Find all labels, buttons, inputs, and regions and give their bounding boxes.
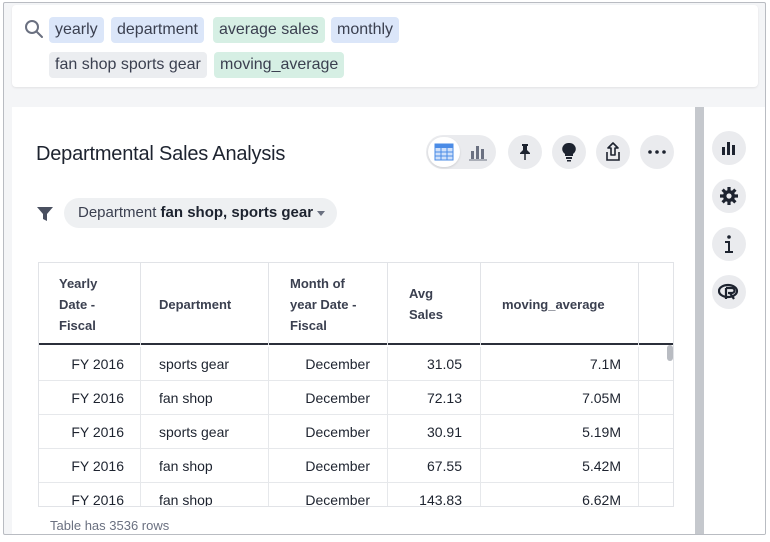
filter-value: fan shop, sports gear [160,204,314,221]
share-icon [606,142,620,161]
table-scrollbar[interactable] [667,345,673,361]
table-row[interactable]: FY 2016 sports gear December 31.05 7.1M [39,347,673,381]
table-icon [434,143,454,161]
cell-yearly-date: FY 2016 [39,415,141,449]
search-token-average-sales[interactable]: average sales [213,17,325,43]
r-icon [718,283,739,300]
search-token-department[interactable]: department [111,17,204,43]
info-icon [725,235,733,253]
filter-label: Department [78,204,157,221]
cell-month: December [269,449,388,483]
column-header-department[interactable]: Department [141,263,269,345]
search-bar[interactable]: yearly department average sales monthly … [12,5,758,87]
insights-button[interactable] [552,135,586,169]
more-button[interactable] [640,135,674,169]
table-row[interactable]: FY 2016 sports gear December 30.91 5.19M [39,415,673,449]
table-row[interactable]: FY 2016 fan shop December 72.13 7.05M [39,381,673,415]
cell-yearly-date: FY 2016 [39,483,141,506]
cell-avg-sales: 143.83 [388,483,481,506]
table-header: Yearly Date - Fiscal Department Month of… [39,263,673,345]
data-table: Yearly Date - Fiscal Department Month of… [38,262,674,507]
bar-chart-icon [469,146,487,161]
row-count-text: Table has 3536 rows [50,518,170,533]
lightbulb-icon [562,142,576,162]
answer-card: Departmental Sales Analysis Department f… [12,107,695,534]
chart-config-button[interactable] [712,131,746,165]
more-icon [648,150,666,154]
cell-department: sports gear [141,415,269,449]
cell-month: December [269,483,388,506]
table-row[interactable]: FY 2016 fan shop December 67.55 5.42M [39,449,673,483]
cell-month: December [269,381,388,415]
cell-avg-sales: 30.91 [388,415,481,449]
chart-view-button[interactable] [462,137,494,167]
cell-department: fan shop [141,483,269,506]
r-script-button[interactable] [712,275,746,309]
page-title: Departmental Sales Analysis [36,143,286,165]
page-scrollbar[interactable] [695,107,704,534]
info-button[interactable] [712,227,746,261]
cell-department: sports gear [141,347,269,381]
table-view-button[interactable] [428,137,460,167]
column-header-month-of-year[interactable]: Month of year Date - Fiscal [269,263,388,345]
column-header-yearly-date-fiscal[interactable]: Yearly Date - Fiscal [39,263,141,345]
cell-avg-sales: 31.05 [388,347,481,381]
cell-avg-sales: 67.55 [388,449,481,483]
table-row[interactable]: FY 2016 fan shop December 143.83 6.62M [39,483,673,506]
cell-moving-average: 5.42M [481,449,639,483]
search-token-yearly[interactable]: yearly [49,17,104,43]
search-icon[interactable] [24,19,44,39]
cell-department: fan shop [141,381,269,415]
settings-button[interactable] [712,179,746,213]
cell-avg-sales: 72.13 [388,381,481,415]
pin-icon [520,144,530,160]
view-toggle[interactable] [426,135,496,169]
cell-yearly-date: FY 2016 [39,381,141,415]
cell-yearly-date: FY 2016 [39,347,141,381]
app-frame: yearly department average sales monthly … [3,2,766,535]
right-panel [704,107,765,534]
cell-moving-average: 7.05M [481,381,639,415]
search-token-fan-shop-sports-gear[interactable]: fan shop sports gear [49,52,207,78]
cell-yearly-date: FY 2016 [39,449,141,483]
chevron-down-icon [317,210,326,216]
cell-month: December [269,415,388,449]
chart-config-icon [722,142,735,155]
cell-department: fan shop [141,449,269,483]
share-button[interactable] [596,135,630,169]
column-header-moving-average[interactable]: moving_average [481,263,639,345]
gear-icon [720,187,738,205]
filter-icon [37,207,53,221]
cell-moving-average: 5.19M [481,415,639,449]
column-header-avg-sales[interactable]: Avg Sales [388,263,481,345]
search-token-moving-average[interactable]: moving_average [214,52,345,78]
pin-button[interactable] [508,135,542,169]
cell-month: December [269,347,388,381]
cell-moving-average: 6.62M [481,483,639,506]
cell-moving-average: 7.1M [481,347,639,381]
filter-chip-department[interactable]: Department fan shop, sports gear [64,198,338,228]
search-token-monthly[interactable]: monthly [331,17,400,43]
